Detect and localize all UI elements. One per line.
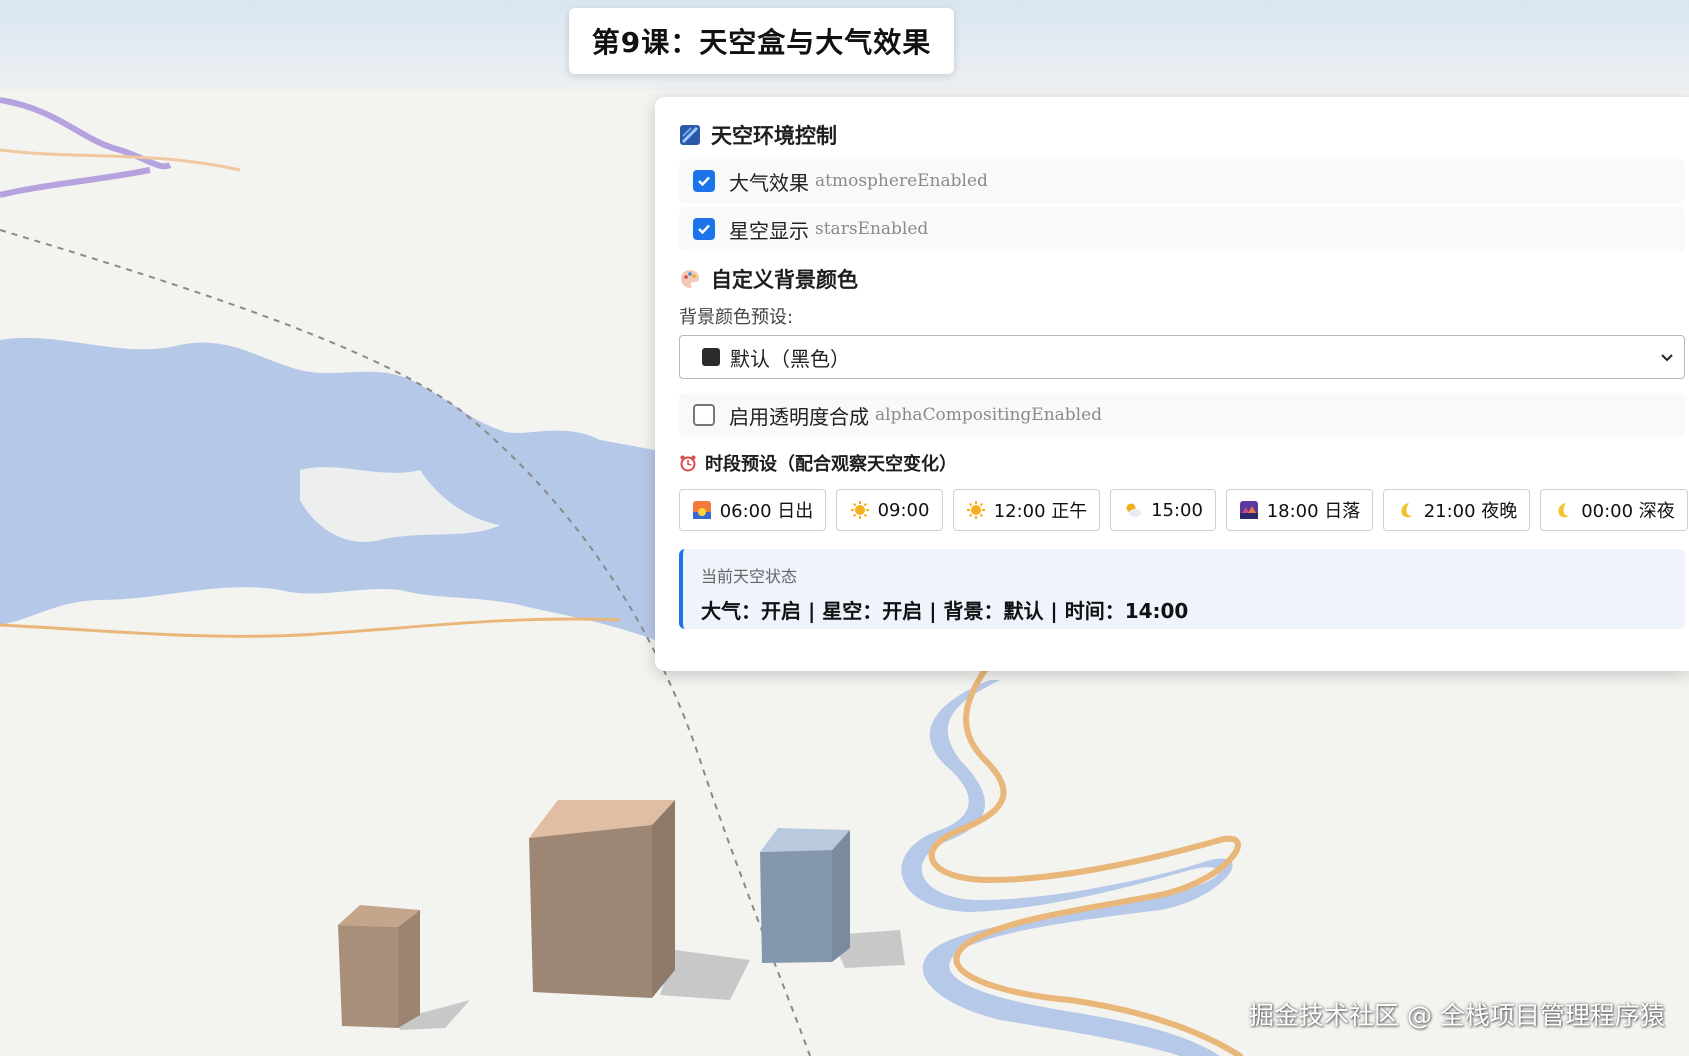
building-1-front	[338, 925, 398, 1028]
color-swatch	[702, 348, 720, 366]
time-preset-row: 06:00 日出 09:00 12:00 正午 15:00 18:00 日落 2…	[679, 489, 1689, 531]
chevron-down-icon	[1661, 354, 1673, 362]
background-preset-label: 背景颜色预设:	[679, 307, 794, 328]
sky-section-heading: 天空环境控制	[679, 119, 1689, 151]
stars-checkbox[interactable]	[693, 218, 715, 240]
stars-toggle-row[interactable]: 星空显示 starsEnabled	[679, 207, 1685, 251]
sky-section-title: 天空环境控制	[711, 124, 837, 148]
time-preset-label: 15:00	[1151, 499, 1203, 521]
atmosphere-toggle-row[interactable]: 大气效果 atmosphereEnabled	[679, 159, 1685, 203]
sun-icon	[966, 500, 986, 520]
time-preset-label: 18:00 日落	[1266, 501, 1361, 522]
time-preset-0600[interactable]: 06:00 日出	[679, 489, 826, 531]
time-section-heading: 时段预设（配合观察天空变化）	[679, 447, 1689, 479]
building-2-side	[652, 800, 675, 998]
time-preset-1200[interactable]: 12:00 正午	[953, 489, 1100, 531]
control-panel: 天空环境控制 大气效果 atmosphereEnabled 星空显示 stars…	[655, 97, 1689, 671]
atmosphere-checkbox[interactable]	[693, 170, 715, 192]
sun-icon	[850, 500, 870, 520]
time-preset-2100[interactable]: 21:00 夜晚	[1383, 489, 1530, 531]
checkmark-icon	[698, 176, 710, 187]
background-section-title: 自定义背景颜色	[711, 268, 858, 292]
sunset-icon	[1239, 500, 1259, 520]
background-section-heading: 自定义背景颜色	[679, 263, 1689, 295]
watermark: 掘金技术社区 @ 全栈项目管理程序猿	[1249, 1001, 1665, 1030]
page-title: 第9课：天空盒与大气效果	[569, 8, 954, 74]
stars-label: 星空显示	[729, 218, 809, 243]
atmosphere-prop-name: atmosphereEnabled	[815, 171, 988, 191]
sun-cloud-icon	[1123, 500, 1143, 520]
stars-prop-name: starsEnabled	[815, 219, 929, 239]
background-preset-select[interactable]: 默认（黑色）	[679, 335, 1685, 379]
alpha-checkbox[interactable]	[693, 404, 715, 426]
sky-image-icon	[679, 124, 701, 146]
time-preset-label: 21:00 夜晚	[1423, 501, 1518, 522]
status-label: 当前天空状态	[701, 567, 798, 586]
time-section-title: 时段预设（配合观察天空变化）	[705, 454, 957, 475]
time-preset-label: 00:00 深夜	[1581, 501, 1675, 522]
building-3-side	[832, 830, 850, 962]
alpha-prop-name: alphaCompositingEnabled	[875, 405, 1103, 425]
time-preset-1500[interactable]: 15:00	[1110, 489, 1216, 531]
alpha-label: 启用透明度合成	[729, 404, 869, 429]
atmosphere-label: 大气效果	[729, 170, 809, 195]
moon-icon	[1396, 500, 1416, 520]
time-preset-1800[interactable]: 18:00 日落	[1226, 489, 1373, 531]
moon-icon	[1553, 500, 1573, 520]
background-preset-value: 默认（黑色）	[730, 346, 850, 371]
time-preset-label: 09:00	[877, 499, 930, 521]
time-preset-0900[interactable]: 09:00	[836, 489, 943, 531]
time-preset-0000[interactable]: 00:00 深夜	[1540, 489, 1688, 531]
building-3-front	[760, 850, 832, 963]
alarm-clock-icon	[679, 454, 697, 472]
palette-icon	[679, 268, 701, 290]
sky-status-box: 当前天空状态 大气：开启 | 星空：开启 | 背景：默认 | 时间：14:00	[679, 549, 1685, 629]
building-2-front	[529, 825, 652, 998]
time-preset-label: 06:00 日出	[719, 501, 814, 522]
alpha-toggle-row[interactable]: 启用透明度合成 alphaCompositingEnabled	[679, 393, 1685, 437]
sunrise-icon	[692, 500, 712, 520]
building-1-side	[398, 910, 420, 1028]
time-preset-label: 12:00 正午	[993, 501, 1088, 522]
status-value: 大气：开启 | 星空：开启 | 背景：默认 | 时间：14:00	[701, 599, 1189, 623]
checkmark-icon	[698, 224, 710, 235]
